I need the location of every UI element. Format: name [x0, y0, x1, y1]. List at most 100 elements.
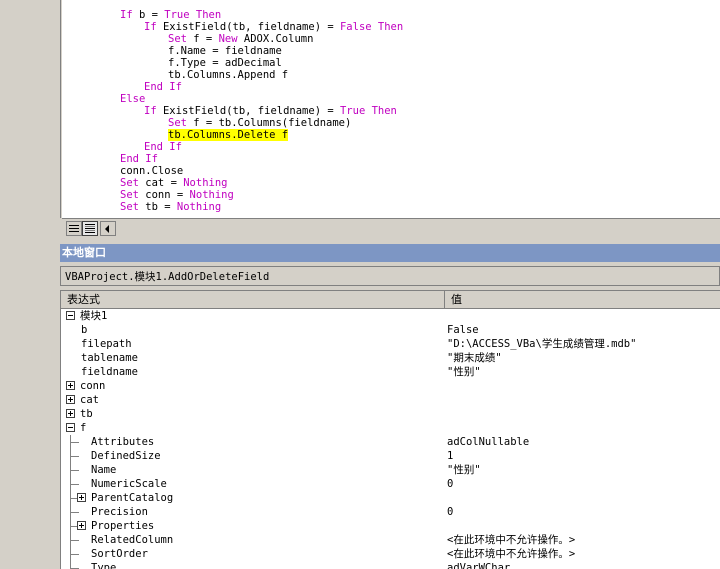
expand-icon[interactable]: [77, 493, 86, 502]
code-line[interactable]: tb.Columns.Append f: [168, 69, 288, 81]
code-text: tb.Columns.Append f: [168, 69, 289, 81]
variable-name: f: [80, 422, 87, 434]
code-text: f =: [186, 33, 219, 45]
code-text: tb =: [138, 201, 177, 213]
variable-value: False: [447, 324, 479, 336]
code-line[interactable]: Set f = New ADOX.Column: [168, 33, 313, 45]
code-keyword: Nothing: [183, 177, 228, 189]
locals-row[interactable]: RelatedColumn <在此环境中不允许操作。>: [61, 533, 720, 547]
variable-value: adColNullable: [447, 436, 530, 448]
code-text: ADOX.Column: [237, 33, 314, 45]
variable-name: tb: [80, 408, 93, 420]
locals-context-bar[interactable]: VBAProject.模块1.AddOrDeleteField: [60, 266, 720, 286]
tree-connector: [71, 540, 79, 541]
code-keyword: Set: [120, 177, 139, 189]
code-line[interactable]: conn.Close: [120, 165, 183, 177]
code-keyword: Set: [168, 33, 187, 45]
code-keyword: Nothing: [176, 201, 222, 213]
locals-row[interactable]: Properties: [61, 519, 720, 533]
code-line[interactable]: If ExistField(tb, fieldname) = False The…: [144, 21, 403, 33]
expand-icon[interactable]: [66, 409, 75, 418]
variable-name: ParentCatalog: [91, 492, 174, 504]
variable-name: Properties: [91, 520, 155, 532]
locals-row[interactable]: NumericScale 0: [61, 477, 720, 491]
variable-value: "D:\ACCESS_VBa\学生成绩管理.mdb": [447, 338, 637, 350]
code-text: cat =: [138, 177, 184, 189]
code-keyword: New: [218, 33, 238, 45]
locals-window-title[interactable]: 本地窗口: [60, 244, 720, 262]
scroll-left-button[interactable]: [100, 221, 116, 236]
value-column-header[interactable]: 值: [445, 291, 720, 308]
variable-name: Name: [91, 464, 117, 476]
expression-column-header[interactable]: 表达式: [61, 291, 445, 308]
tree-connector: [71, 456, 79, 457]
full-module-view-icon[interactable]: [82, 221, 98, 236]
locals-row[interactable]: tablename "期末成绩": [61, 351, 720, 365]
code-text: f.Name = fieldname: [168, 45, 282, 57]
expand-icon[interactable]: [66, 395, 75, 404]
code-line[interactable]: If ExistField(tb, fieldname) = True Then: [144, 105, 397, 117]
locals-row[interactable]: Precision 0: [61, 505, 720, 519]
locals-grid: 表达式 值 模块1 b False filepath "D:\ACCESS_VBa\学生…: [60, 290, 720, 569]
locals-row[interactable]: b False: [61, 323, 720, 337]
code-text: conn.Close: [120, 165, 184, 177]
collapse-icon[interactable]: [66, 311, 75, 320]
locals-row[interactable]: SortOrder <在此环境中不允许操作。>: [61, 547, 720, 561]
variable-name: cat: [80, 394, 99, 406]
code-text: tb.Columns.Delete f: [168, 129, 289, 141]
code-line[interactable]: Set cat = Nothing: [120, 177, 228, 189]
code-keyword: Set: [168, 117, 187, 129]
code-line[interactable]: End If: [120, 153, 158, 165]
collapse-icon[interactable]: [66, 423, 75, 432]
variable-name: conn: [80, 380, 106, 392]
code-line[interactable]: tb.Columns.Delete f: [168, 129, 289, 141]
code-keyword: If: [144, 105, 157, 117]
locals-row[interactable]: fieldname "性别": [61, 365, 720, 379]
code-keyword: End If: [144, 141, 182, 153]
code-line[interactable]: End If: [144, 141, 182, 153]
code-line[interactable]: Set tb = Nothing: [120, 201, 221, 213]
expand-icon[interactable]: [66, 381, 75, 390]
code-keyword: Else: [120, 93, 146, 105]
code-keyword: Set: [120, 201, 139, 213]
code-keyword: If: [120, 9, 133, 21]
code-line[interactable]: Set f = tb.Columns(fieldname): [168, 117, 351, 129]
code-window-footer: [62, 218, 720, 237]
code-line[interactable]: If b = True Then: [120, 9, 221, 21]
variable-name: SortOrder: [91, 548, 148, 560]
variable-name: DefinedSize: [91, 450, 161, 462]
code-keyword: End If: [120, 153, 158, 165]
code-line[interactable]: End If: [144, 81, 182, 93]
expand-icon[interactable]: [77, 521, 86, 530]
code-line[interactable]: f.Type = adDecimal: [168, 57, 282, 69]
tree-connector: [71, 554, 79, 555]
code-line[interactable]: f.Name = fieldname: [168, 45, 282, 57]
locals-row[interactable]: ParentCatalog: [61, 491, 720, 505]
variable-value: 1: [447, 450, 454, 462]
variable-value: 0: [447, 478, 454, 490]
code-keyword: If: [144, 21, 157, 33]
procedure-view-icon[interactable]: [66, 221, 82, 236]
locals-row[interactable]: tb: [61, 407, 720, 421]
code-line[interactable]: Else: [120, 93, 145, 105]
code-window: If b = True Then If ExistField(tb, fieldn…: [0, 0, 720, 237]
code-text: conn =: [138, 189, 190, 201]
locals-row[interactable]: conn: [61, 379, 720, 393]
locals-row[interactable]: f: [61, 421, 720, 435]
variable-value: 0: [447, 506, 454, 518]
code-keyword: True Then: [339, 105, 397, 117]
locals-row[interactable]: Attributes adColNullable: [61, 435, 720, 449]
locals-row[interactable]: cat: [61, 393, 720, 407]
locals-row[interactable]: Name "性别": [61, 463, 720, 477]
locals-row[interactable]: filepath "D:\ACCESS_VBa\学生成绩管理.mdb": [61, 337, 720, 351]
code-line[interactable]: Set conn = Nothing: [120, 189, 234, 201]
variable-value: "性别": [447, 464, 481, 476]
code-keyword: End If: [144, 81, 182, 93]
locals-row[interactable]: 模块1: [61, 309, 720, 323]
variable-name: tablename: [81, 352, 138, 364]
variable-name: RelatedColumn: [91, 534, 174, 546]
variable-name: Attributes: [91, 436, 155, 448]
locals-row[interactable]: DefinedSize 1: [61, 449, 720, 463]
code-editor[interactable]: If b = True Then If ExistField(tb, fieldn…: [62, 0, 720, 218]
code-text: f.Type = adDecimal: [168, 57, 282, 69]
